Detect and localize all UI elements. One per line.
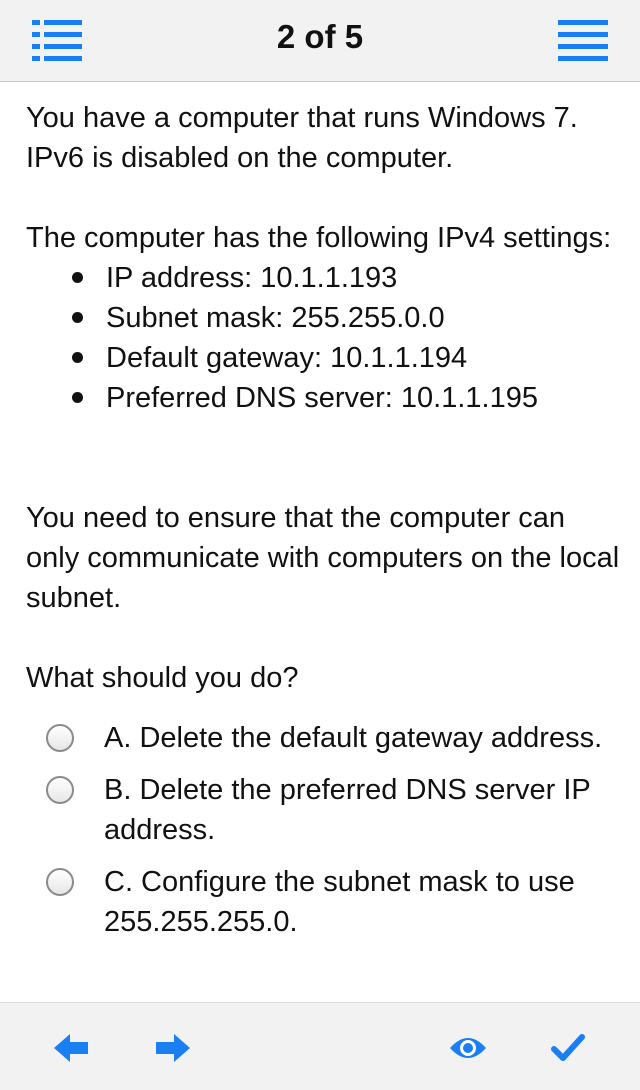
question-intro: You have a computer that runs Windows 7.… [26,102,578,174]
radio-button[interactable] [46,776,74,804]
arrow-left-icon[interactable] [52,1031,92,1065]
top-bar: 2 of 5 [0,0,640,82]
menu-icon[interactable] [556,14,610,64]
eye-icon[interactable] [448,1031,488,1065]
answer-option-a[interactable]: A. Delete the default gateway address. [26,718,622,758]
checkmark-icon[interactable] [548,1031,588,1065]
radio-button[interactable] [46,868,74,896]
list-item: Default gateway: 10.1.1.194 [26,338,622,378]
list-item: Preferred DNS server: 10.1.1.195 [26,378,622,418]
option-label: C. Configure the subnet mask to use 255.… [104,866,575,938]
arrow-right-icon[interactable] [152,1031,192,1065]
question-prompt: What should you do? [26,662,299,694]
option-label: B. Delete the preferred DNS server IP ad… [104,774,591,846]
list-item: IP address: 10.1.1.193 [26,258,622,298]
question-body: You have a computer that runs Windows 7.… [26,98,622,1002]
answer-option-b[interactable]: B. Delete the preferred DNS server IP ad… [26,770,622,850]
bullet-icon [72,392,83,403]
bullet-icon [72,352,83,363]
bottom-toolbar [0,1002,640,1090]
settings-intro: The computer has the following IPv4 sett… [26,222,612,254]
answer-option-c[interactable]: C. Configure the subnet mask to use 255.… [26,862,622,942]
list-item: Subnet mask: 255.255.0.0 [26,298,622,338]
settings-list: IP address: 10.1.1.193 Subnet mask: 255.… [26,258,622,418]
requirement-text: You need to ensure that the computer can… [26,502,620,614]
option-label: A. Delete the default gateway address. [104,722,603,754]
radio-button[interactable] [46,724,74,752]
question-counter: 2 of 5 [276,18,364,55]
bullet-icon [72,272,83,283]
bullet-icon [72,312,83,323]
